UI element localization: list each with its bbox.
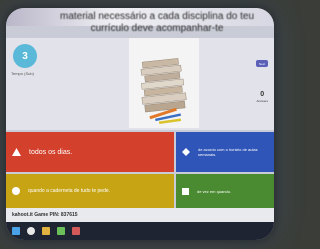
answers-count-value: 0 (260, 91, 265, 98)
stack-of-books-image (129, 38, 199, 128)
triangle-icon (12, 148, 21, 156)
folder-icon[interactable] (42, 227, 50, 235)
kahoot-screen: material necessário a cada disciplina do… (6, 8, 274, 240)
answer-option-yellow[interactable]: quando a caderneta de tudo te pede. (6, 174, 174, 208)
os-taskbar (6, 222, 274, 240)
answer-text: todos os dias. (29, 148, 73, 156)
browser-icon[interactable] (27, 227, 35, 235)
square-icon (182, 187, 189, 195)
circle-icon (12, 187, 20, 195)
question-image (129, 38, 199, 128)
question-text: material necessário a cada disciplina do… (60, 11, 254, 34)
answer-text: de acordo com o horário de aulas semanai… (198, 147, 258, 157)
answer-option-blue[interactable]: de acordo com o horário de aulas semanai… (176, 132, 274, 172)
game-footer: kahoot.it Game PIN: 837615 (6, 208, 274, 222)
answer-text: quando a caderneta de tudo te pede. (28, 188, 111, 194)
answer-text: de vez em quando. (197, 188, 232, 194)
answers-count-label: Answers (256, 99, 268, 103)
skip-button[interactable]: Next (256, 60, 268, 67)
timer-label: Tempo (Sub) (11, 71, 34, 76)
answer-option-green[interactable]: de vez em quando. (176, 174, 274, 208)
diamond-icon (182, 148, 190, 156)
media-icon[interactable] (72, 227, 80, 235)
answers-counter: 0 Answers (256, 91, 268, 104)
app-icon[interactable] (57, 227, 65, 235)
start-icon[interactable] (12, 227, 20, 235)
countdown-timer: 3 (13, 44, 37, 68)
answer-option-red[interactable]: todos os dias. (6, 132, 174, 172)
game-pin-text: kahoot.it Game PIN: 837615 (12, 212, 78, 218)
